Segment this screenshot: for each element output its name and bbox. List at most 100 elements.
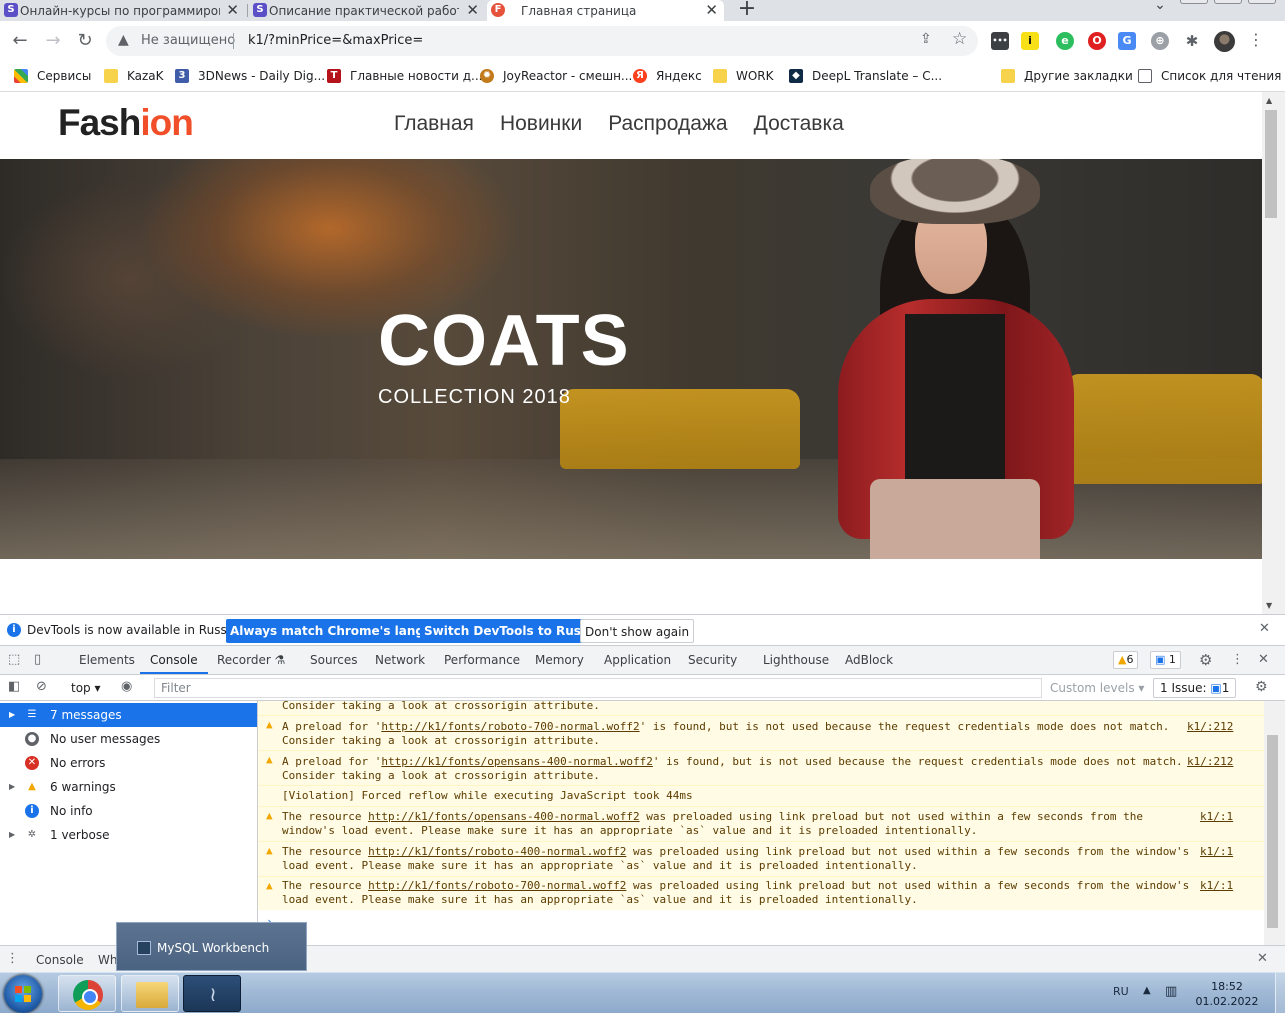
bookmark-services[interactable]: Сервисы	[14, 66, 91, 86]
expand-arrow-icon[interactable]: ▶	[9, 823, 15, 847]
console-message[interactable]: ▲ The resource http://k1/fonts/roboto-70…	[258, 876, 1264, 910]
close-drawer-icon[interactable]: ✕	[1257, 951, 1268, 966]
sidebar-item-verbose[interactable]: ▶ ✲ 1 verbose	[0, 823, 257, 847]
extensions-puzzle-icon[interactable]: ✱	[1183, 32, 1201, 50]
source-link[interactable]: k1/:1	[1200, 845, 1233, 859]
bookmark-other[interactable]: Другие закладки	[1001, 66, 1133, 86]
tab-search-chevron-icon[interactable]: ⌄	[1146, 0, 1174, 19]
tab-adblock[interactable]: AdBlock	[845, 646, 893, 674]
show-hidden-icons-arrow-icon[interactable]: ▲	[1143, 985, 1151, 996]
tab-performance[interactable]: Performance	[444, 646, 520, 674]
reload-icon[interactable]: ↻	[74, 30, 96, 52]
browser-tab-courses[interactable]: S Онлайн-курсы по программирова ✕	[0, 0, 245, 21]
close-infobar-icon[interactable]: ✕	[1259, 621, 1270, 636]
device-toolbar-icon[interactable]: ▯	[34, 652, 41, 667]
drawer-tab-console[interactable]: Console	[36, 953, 84, 967]
bookmark-main-news[interactable]: T Главные новости д...	[327, 66, 482, 86]
minimize-button[interactable]	[1180, 0, 1208, 4]
close-devtools-icon[interactable]: ✕	[1258, 652, 1269, 667]
nav-sale[interactable]: Распродажа	[608, 112, 727, 136]
console-scrollbar-thumb[interactable]	[1267, 735, 1278, 928]
resource-link[interactable]: http://k1/fonts/roboto-700-normal.woff2	[381, 720, 639, 733]
inspect-element-icon[interactable]: ⬚	[8, 652, 20, 667]
source-link[interactable]: k1/:212	[1187, 755, 1233, 769]
url-text[interactable]: k1/?minPrice=&maxPrice=	[248, 33, 423, 48]
close-tab-icon[interactable]: ✕	[705, 1, 718, 19]
nav-new[interactable]: Новинки	[500, 112, 582, 136]
bookmark-deepl[interactable]: ◆ DeepL Translate – C...	[789, 66, 942, 86]
resource-link[interactable]: http://k1/fonts/opensans-400-normal.woff…	[381, 755, 653, 768]
maximize-button[interactable]	[1214, 0, 1242, 4]
security-label[interactable]: Не защищено	[141, 33, 235, 48]
address-bar[interactable]: ▲ Не защищено k1/?minPrice=&maxPrice= ⇪ …	[106, 26, 978, 56]
browser-tab-practical-work[interactable]: S Описание практической работы ✕	[249, 0, 485, 21]
language-indicator[interactable]: RU	[1113, 985, 1129, 998]
show-desktop-button[interactable]	[1275, 973, 1285, 1013]
log-levels-dropdown[interactable]: Custom levels ▾	[1050, 681, 1144, 695]
scroll-up-arrow-icon[interactable]: ▲	[1266, 96, 1272, 105]
sidebar-item-user-messages[interactable]: ● No user messages	[0, 727, 257, 751]
ext-dots-icon[interactable]: •••	[991, 32, 1009, 50]
console-message[interactable]: [Violation] Forced reflow while executin…	[258, 785, 1264, 806]
bookmark-work[interactable]: WORK	[713, 66, 774, 86]
browser-menu-kebab-icon[interactable]: ⋮	[1248, 30, 1264, 49]
not-secure-warning-icon[interactable]: ▲	[118, 32, 134, 48]
dont-show-again-button[interactable]: Don't show again	[580, 619, 695, 643]
drawer-tab-whats-new[interactable]: Wh	[98, 953, 117, 967]
close-window-button[interactable]	[1248, 0, 1276, 4]
tab-sources[interactable]: Sources	[310, 646, 357, 674]
bookmark-yandex[interactable]: Я Яндекс	[633, 66, 702, 86]
devtools-menu-kebab-icon[interactable]: ⋮	[1231, 652, 1244, 667]
bookmark-3dnews[interactable]: 3 3DNews - Daily Dig...	[175, 66, 325, 86]
clear-console-icon[interactable]: ⊘	[36, 679, 47, 694]
translate-icon[interactable]: G	[1118, 32, 1136, 50]
live-expression-eye-icon[interactable]: ◉	[121, 679, 132, 694]
back-arrow-icon[interactable]: ←	[9, 30, 31, 52]
nav-home[interactable]: Главная	[394, 112, 474, 136]
resource-link[interactable]: http://k1/fonts/opensans-400-normal.woff…	[368, 810, 640, 823]
taskbar-app-chrome[interactable]	[58, 975, 116, 1012]
share-icon[interactable]: ⇪	[920, 31, 932, 47]
nav-delivery[interactable]: Доставка	[754, 112, 844, 136]
evernote-icon[interactable]: e	[1056, 32, 1074, 50]
bookmark-star-icon[interactable]: ☆	[952, 29, 967, 49]
expand-arrow-icon[interactable]: ▶	[9, 775, 15, 799]
browser-tab-home[interactable]: F Главная страница ✕	[487, 0, 724, 21]
tab-console[interactable]: Console	[140, 646, 208, 674]
tab-memory[interactable]: Memory	[535, 646, 584, 674]
console-scrollbar[interactable]	[1264, 701, 1285, 945]
resource-link[interactable]: http://k1/fonts/roboto-400-normal.woff2	[368, 845, 626, 858]
sidebar-item-info[interactable]: i No info	[0, 799, 257, 823]
site-logo[interactable]: Fashion	[58, 102, 194, 144]
console-message[interactable]: ▲ A preload for 'http://k1/fonts/opensan…	[258, 750, 1264, 785]
forward-arrow-icon[interactable]: →	[42, 30, 64, 52]
issues-button[interactable]: 1 Issue: ▣1	[1153, 678, 1237, 698]
taskbar-thumbnail-tooltip[interactable]: MySQL Workbench	[116, 922, 307, 971]
tab-elements[interactable]: Elements	[79, 646, 135, 674]
system-clock[interactable]: 18:52 01.02.2022	[1195, 979, 1259, 1009]
close-tab-icon[interactable]: ✕	[226, 1, 239, 19]
bookmark-kazak[interactable]: KazaK	[104, 66, 164, 86]
tab-application[interactable]: Application	[604, 646, 671, 674]
bookmark-reading-list[interactable]: Список для чтения	[1138, 66, 1281, 86]
source-link[interactable]: k1/:1	[1200, 879, 1233, 893]
console-message[interactable]: Consider taking a look at crossorigin at…	[258, 701, 1264, 715]
ext-i-icon[interactable]: i	[1021, 32, 1039, 50]
console-filter-input[interactable]: Filter	[154, 678, 1042, 698]
close-tab-icon[interactable]: ✕	[466, 1, 479, 19]
sidebar-toggle-icon[interactable]: ◧	[8, 679, 20, 694]
warnings-badge[interactable]: ▲6	[1113, 651, 1139, 669]
tab-lighthouse[interactable]: Lighthouse	[763, 646, 829, 674]
resource-link[interactable]: http://k1/fonts/roboto-700-normal.woff2	[368, 879, 626, 892]
bookmark-joyreactor[interactable]: ✹ JoyReactor - смешн...	[480, 66, 632, 86]
new-tab-button[interactable]: +	[735, 0, 759, 20]
devtools-settings-gear-icon[interactable]: ⚙	[1199, 651, 1212, 669]
sidebar-item-messages[interactable]: ▶ ☰ 7 messages	[0, 703, 257, 727]
taskbar-app-mysql-workbench[interactable]: ≀	[183, 975, 241, 1012]
profile-avatar[interactable]	[1214, 31, 1235, 52]
sidebar-item-warnings[interactable]: ▶ ▲ 6 warnings	[0, 775, 257, 799]
drawer-menu-kebab-icon[interactable]: ⋮	[6, 951, 19, 966]
start-button[interactable]	[4, 975, 42, 1013]
console-settings-gear-icon[interactable]: ⚙	[1255, 679, 1268, 695]
console-message[interactable]: ▲ The resource http://k1/fonts/roboto-40…	[258, 841, 1264, 876]
